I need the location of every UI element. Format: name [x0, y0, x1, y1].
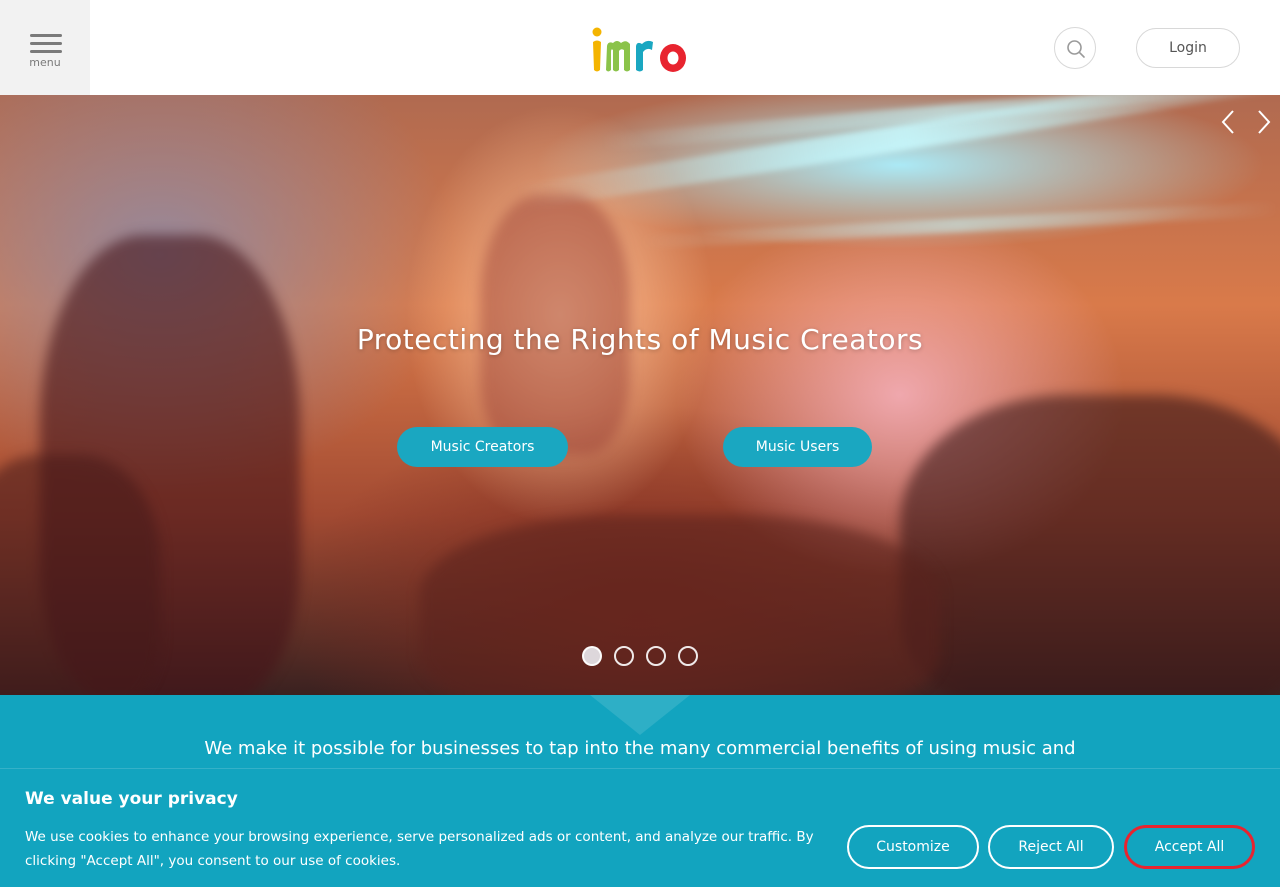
imro-logo[interactable]: imro [590, 22, 690, 76]
menu-label: menu [29, 56, 61, 69]
carousel-dot[interactable] [614, 646, 634, 666]
crowd-silhouette [420, 515, 940, 695]
intro-text: We make it possible for businesses to ta… [204, 738, 1076, 759]
cookie-text: We use cookies to enhance your browsing … [25, 829, 814, 869]
chevron-left-icon[interactable] [1219, 109, 1239, 135]
carousel-dot[interactable] [582, 646, 602, 666]
hero-carousel: Protecting the Rights of Music Creators … [0, 95, 1280, 695]
music-creators-button[interactable]: Music Creators [397, 427, 568, 467]
cookie-title: We value your privacy [25, 789, 238, 809]
crowd-silhouette [0, 455, 160, 695]
cookie-banner: We value your privacy We use cookies to … [0, 768, 1280, 887]
search-icon [1067, 40, 1085, 58]
crowd-silhouette [900, 395, 1280, 695]
customize-button[interactable]: Customize [847, 825, 979, 869]
site-header: menu imro Login [0, 0, 1280, 95]
menu-button[interactable]: menu [0, 0, 90, 95]
hero-title: Protecting the Rights of Music Creators [356, 323, 924, 356]
section-notch [590, 695, 690, 735]
carousel-dot[interactable] [646, 646, 666, 666]
accept-all-button[interactable]: Accept All [1124, 825, 1255, 869]
search-button[interactable] [1054, 27, 1096, 69]
music-users-button[interactable]: Music Users [723, 427, 872, 467]
reject-all-button[interactable]: Reject All [988, 825, 1114, 869]
hamburger-icon [30, 34, 62, 54]
chevron-right-icon[interactable] [1253, 109, 1273, 135]
login-button[interactable]: Login [1136, 28, 1240, 68]
carousel-dots [582, 646, 698, 666]
light-beam [639, 201, 1280, 249]
carousel-dot[interactable] [678, 646, 698, 666]
